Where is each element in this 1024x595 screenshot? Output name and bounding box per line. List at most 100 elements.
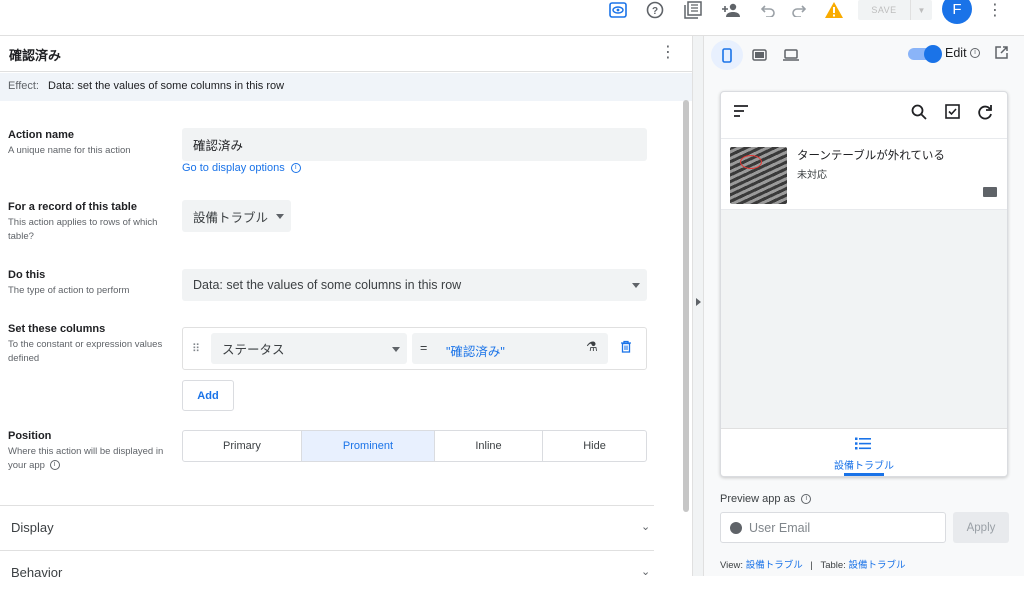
search-icon[interactable]: [911, 104, 927, 125]
set-columns-label: Set these columns To the constant or exp…: [8, 323, 168, 366]
redo-icon[interactable]: [787, 0, 811, 20]
effect-value: Data: set the values of some columns in …: [48, 80, 285, 92]
apply-button[interactable]: Apply: [953, 512, 1009, 543]
nav-label[interactable]: 設備トラブル: [721, 457, 1007, 472]
effect-banner: Effect: Data: set the values of some col…: [0, 73, 692, 101]
display-options-link[interactable]: Go to display options i: [182, 162, 301, 174]
avatar[interactable]: F: [942, 0, 972, 24]
drag-handle-icon[interactable]: ⠿: [192, 342, 200, 355]
position-option-inline[interactable]: Inline: [435, 431, 543, 461]
help-icon[interactable]: ?: [643, 0, 667, 20]
item-status: 未対応: [797, 170, 827, 181]
field-title: Position: [8, 430, 52, 442]
field-desc: A unique name for this action: [8, 145, 131, 156]
phone-preview: ターンテーブルが外れている 未対応 + 設備トラブル: [720, 91, 1008, 477]
section-display[interactable]: Display ⌄: [0, 505, 654, 550]
action-title: 確認済み: [9, 48, 62, 63]
operator: =: [420, 341, 428, 355]
list-item[interactable]: ターンテーブルが外れている 未対応: [721, 138, 1007, 210]
add-person-icon[interactable]: [719, 0, 743, 20]
item-thumbnail: [730, 147, 787, 204]
info-icon: i: [290, 163, 301, 174]
item-title: ターンテーブルが外れている: [797, 150, 945, 162]
footer-table-link[interactable]: 設備トラブル: [848, 560, 905, 571]
expression-value: "確認済み": [446, 345, 505, 359]
save-dropdown-icon[interactable]: ▼: [911, 6, 932, 15]
bottom-nav: 設備トラブル: [721, 428, 1007, 476]
top-toolbar: ? SAVE ▼ F ⋮: [0, 0, 1024, 36]
field-desc: This action applies to rows of which tab…: [8, 217, 158, 242]
chevron-down-icon: [276, 214, 284, 219]
warning-icon[interactable]: [822, 0, 846, 20]
phone-view-icon[interactable]: [711, 40, 743, 70]
collapse-arrow-icon[interactable]: [696, 298, 701, 306]
menu-icon[interactable]: [733, 104, 749, 122]
field-desc: The type of action to perform: [8, 285, 130, 296]
preview-as-text: Preview app as: [720, 493, 796, 505]
nav-active-indicator: [844, 473, 884, 476]
user-email-input[interactable]: [749, 519, 939, 537]
column-assignment-row: ⠿ ステータス = "確認済み" ⚗: [182, 327, 647, 370]
position-option-prominent[interactable]: Prominent: [302, 431, 435, 461]
delete-icon[interactable]: [620, 340, 632, 356]
field-title: Action name: [8, 129, 75, 141]
checkbox-icon[interactable]: [945, 104, 960, 124]
save-button[interactable]: SAVE ▼: [858, 0, 932, 20]
info-icon: i: [970, 48, 980, 58]
list-empty-area: +: [721, 210, 1007, 428]
more-vert-icon[interactable]: ⋮: [986, 0, 1004, 20]
mail-icon[interactable]: [983, 187, 997, 197]
desktop-view-icon[interactable]: [775, 40, 807, 70]
chevron-down-icon: ⌄: [641, 521, 651, 533]
refresh-icon[interactable]: [977, 104, 993, 125]
field-desc: Where this action will be displayed in y…: [8, 446, 164, 471]
add-column-button[interactable]: Add: [182, 380, 234, 411]
info-icon: i: [49, 460, 60, 471]
position-segmented-control: Primary Prominent Inline Hide: [182, 430, 647, 462]
gallery-icon[interactable]: [681, 0, 705, 20]
app-header: [721, 92, 1007, 138]
table-select[interactable]: 設備トラブル: [182, 200, 291, 232]
edit-label: Edit: [945, 46, 967, 60]
user-email-field[interactable]: [720, 512, 946, 543]
scrollbar[interactable]: [683, 100, 689, 512]
preview-footer: View: 設備トラブル | Table: 設備トラブル: [720, 557, 905, 571]
open-external-icon[interactable]: [995, 46, 1008, 62]
preview-as-label: Preview app as i: [720, 493, 812, 505]
action-name-label: Action name A unique name for this actio…: [8, 129, 168, 158]
tablet-view-icon[interactable]: [743, 40, 775, 70]
do-this-value: Data: set the values of some columns in …: [193, 278, 462, 292]
column-select[interactable]: ステータス: [211, 333, 407, 364]
chevron-down-icon: [392, 346, 400, 352]
account-icon: [730, 522, 742, 534]
highlight-circle: [740, 155, 762, 169]
field-title: Set these columns: [8, 323, 106, 335]
section-behavior[interactable]: Behavior ⌄: [0, 550, 654, 595]
effect-key: Effect:: [8, 80, 39, 92]
chevron-down-icon: [632, 283, 640, 288]
eye-icon[interactable]: [606, 0, 630, 20]
flask-icon[interactable]: ⚗: [586, 339, 598, 355]
position-option-primary[interactable]: Primary: [183, 431, 302, 461]
action-name-input[interactable]: 確認済み: [182, 128, 647, 161]
table-select-value: 設備トラブル: [193, 210, 269, 225]
panel-divider[interactable]: [692, 36, 704, 576]
action-more-icon[interactable]: ⋮: [660, 42, 676, 62]
do-this-select[interactable]: Data: set the values of some columns in …: [182, 269, 647, 301]
chevron-down-icon: ⌄: [641, 566, 651, 578]
position-label: Position Where this action will be displ…: [8, 430, 168, 473]
undo-icon[interactable]: [756, 0, 780, 20]
position-option-hide[interactable]: Hide: [543, 431, 646, 461]
toggle-knob: [924, 45, 942, 63]
display-options-label: Go to display options: [182, 162, 285, 174]
section-title: Display: [11, 520, 54, 535]
action-header: 確認済み ⋮: [0, 36, 692, 72]
field-title: For a record of this table: [8, 201, 137, 213]
edit-toggle[interactable]: [908, 45, 942, 63]
list-icon[interactable]: [855, 437, 871, 453]
field-title: Do this: [8, 269, 46, 281]
footer-view-label: View:: [720, 560, 744, 571]
footer-view-link[interactable]: 設備トラブル: [746, 560, 803, 571]
expression-field[interactable]: = "確認済み" ⚗: [412, 333, 608, 364]
footer-table-label: Table:: [820, 560, 846, 571]
